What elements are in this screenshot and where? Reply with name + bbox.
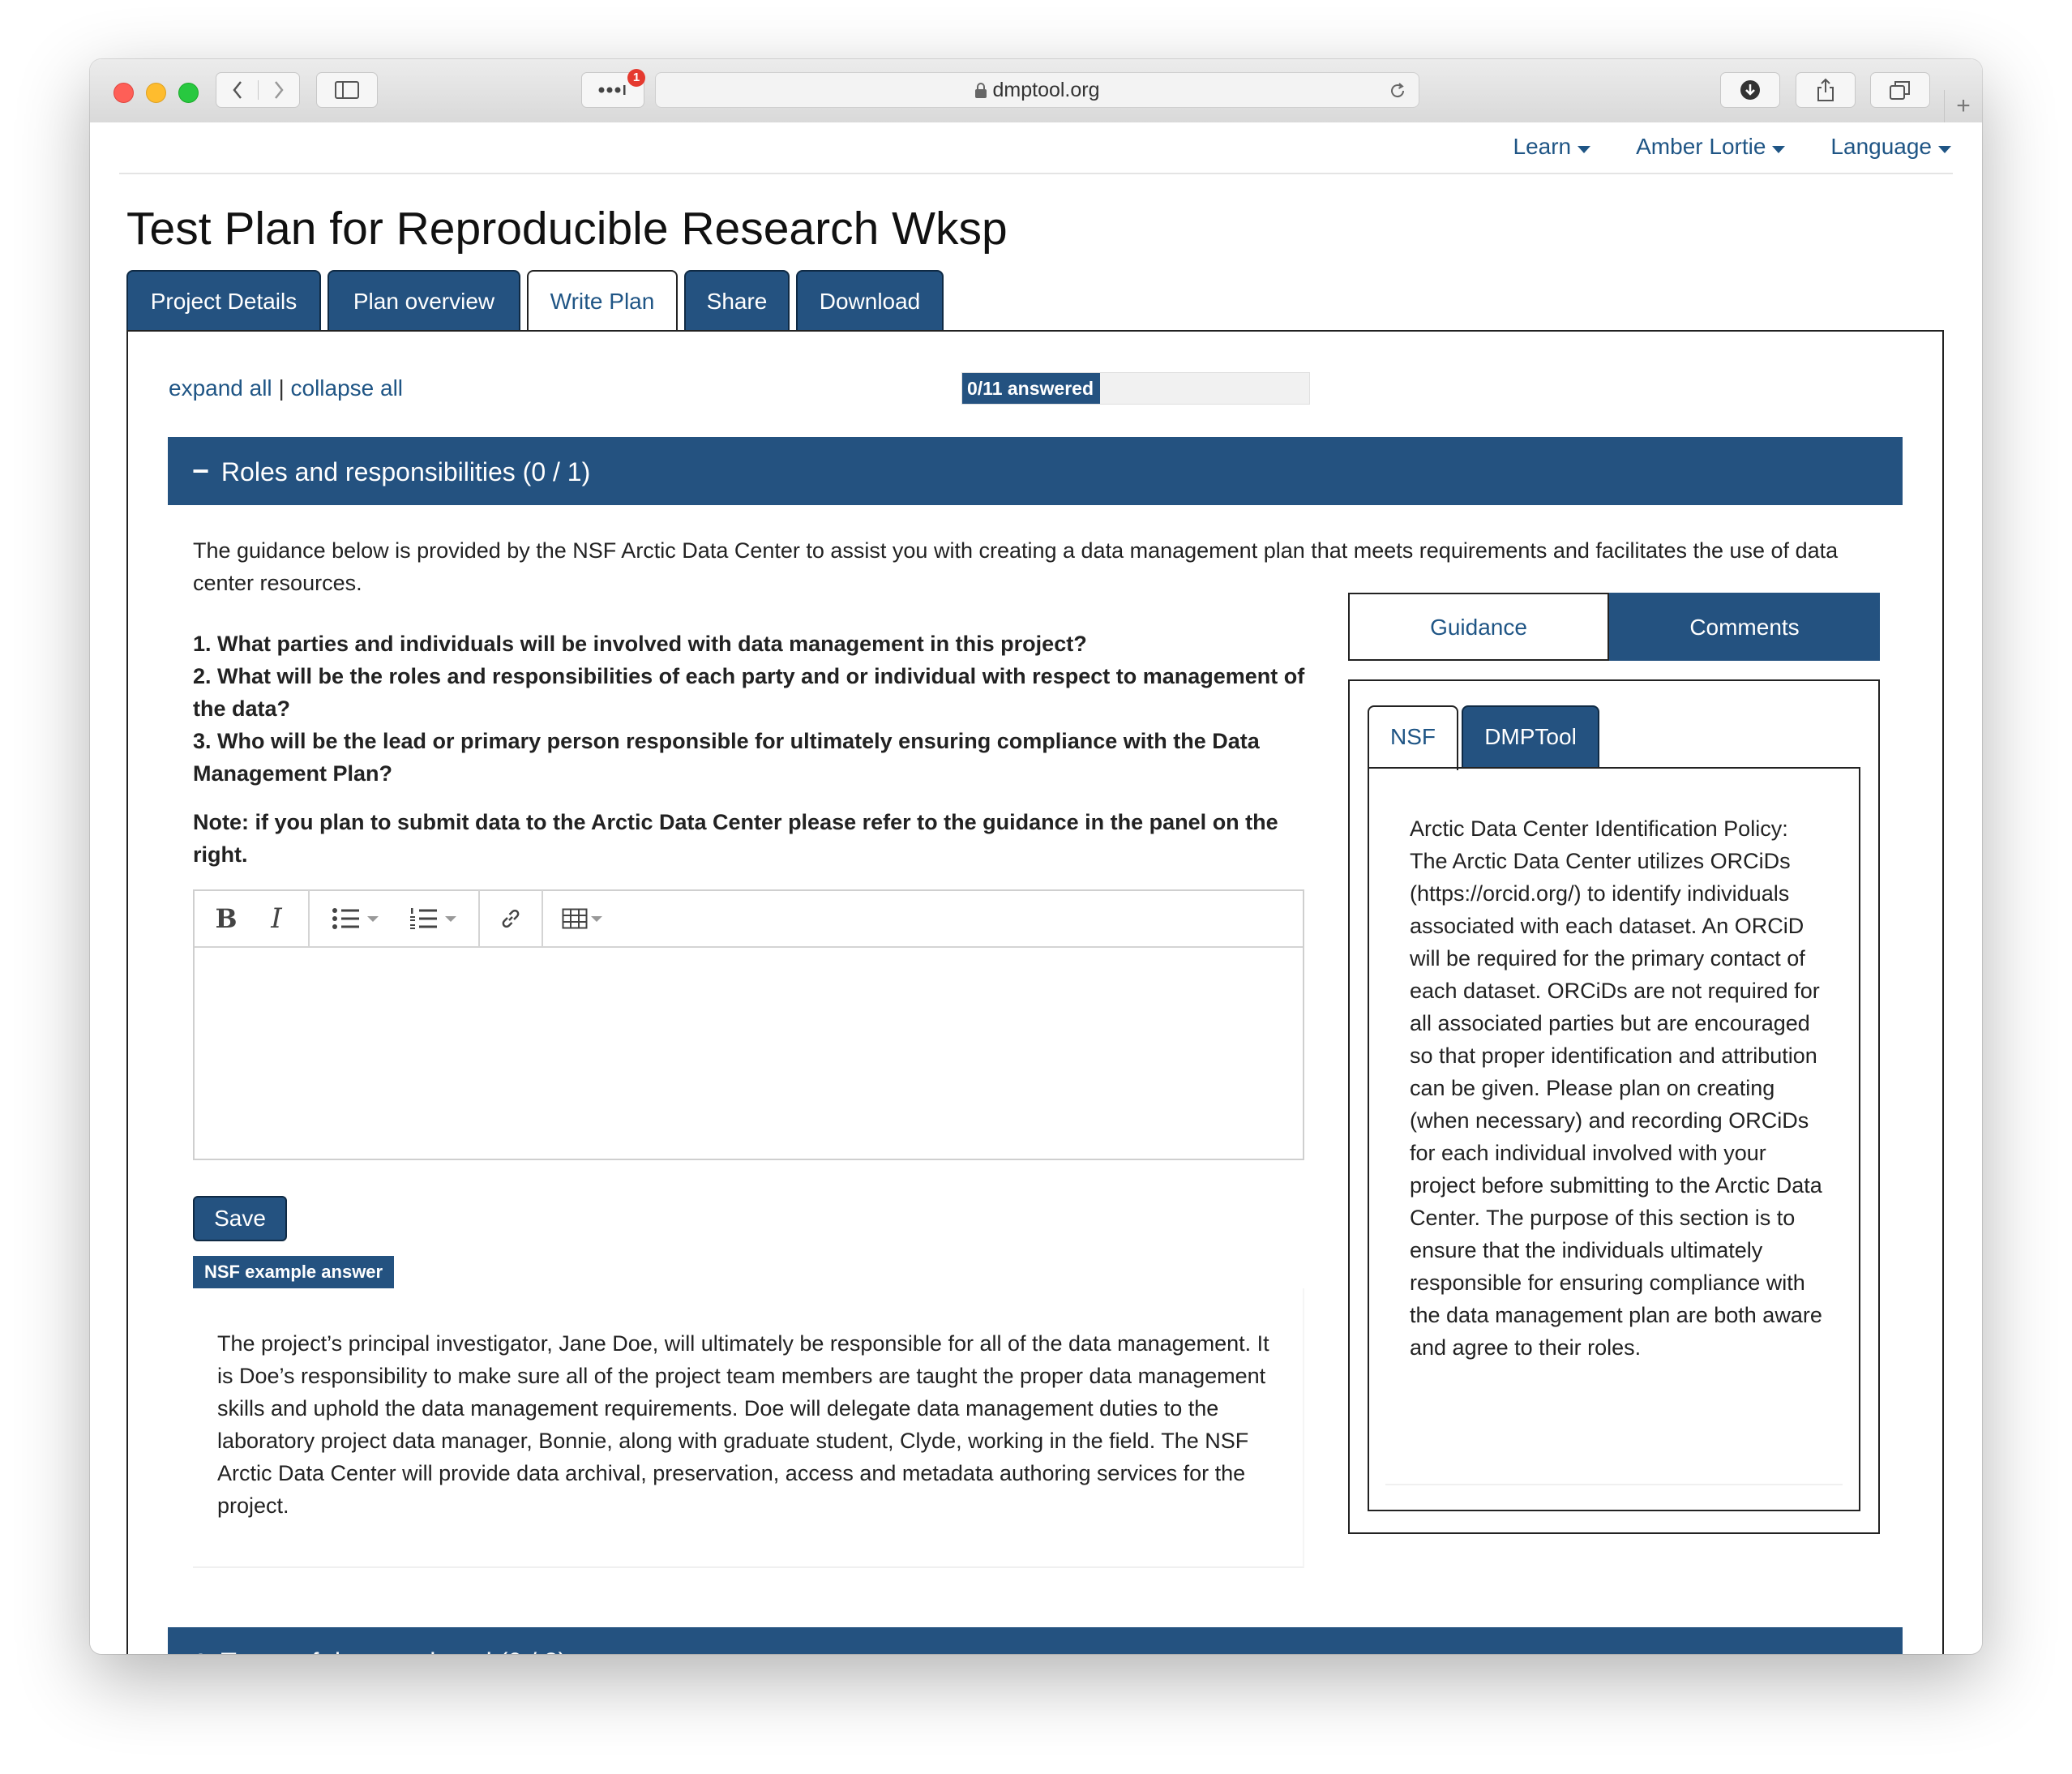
close-window-button[interactable]: [113, 83, 134, 103]
list-group: [310, 890, 480, 947]
chevron-down-icon: [367, 915, 379, 922]
save-button[interactable]: Save: [193, 1196, 287, 1241]
bulleted-list-button[interactable]: [316, 890, 394, 947]
tab-download[interactable]: Download: [796, 270, 944, 332]
caret-down-icon: [1938, 145, 1951, 153]
collapse-minus-icon: −: [192, 454, 210, 487]
browser-toolbar: 1 dmptool.org +: [90, 59, 1982, 123]
numbered-list-button[interactable]: [394, 890, 472, 947]
answer-text-area[interactable]: [195, 948, 1303, 1159]
caret-down-icon: [1578, 145, 1591, 153]
zoom-window-button[interactable]: [178, 83, 199, 103]
page-content: Learn Amber Lortie Language Test Plan fo…: [90, 122, 1982, 1654]
back-forward-group: [216, 72, 300, 108]
sidebar-icon: [335, 81, 359, 99]
question-item: 2. What will be the roles and responsibi…: [193, 664, 1305, 721]
tab-comments[interactable]: Comments: [1609, 593, 1880, 661]
learn-menu[interactable]: Learn: [1513, 134, 1591, 160]
link-group: [480, 890, 543, 947]
language-menu-label: Language: [1830, 134, 1932, 159]
address-bar[interactable]: dmptool.org: [655, 72, 1419, 108]
question-item: 3. Who will be the lead or primary perso…: [193, 729, 1260, 786]
section-roles-header[interactable]: − Roles and responsibilities (0 / 1): [168, 437, 1903, 505]
example-answer-label: NSF example answer: [193, 1256, 395, 1288]
question-note: Note: if you plan to submit data to the …: [193, 810, 1278, 867]
chevron-down-icon: [445, 915, 456, 922]
italic-icon[interactable]: I: [251, 890, 302, 947]
question-item: 1. What parties and individuals will be …: [193, 632, 1087, 656]
downloads-button[interactable]: [1720, 72, 1780, 108]
format-group: B I: [195, 890, 310, 947]
example-answer-box: The project’s principal investigator, Ja…: [193, 1288, 1304, 1568]
section-title: Roles and responsibilities (0 / 1): [220, 457, 591, 486]
language-menu[interactable]: Language: [1830, 134, 1951, 160]
download-icon: [1740, 80, 1760, 100]
tab-share[interactable]: Share: [684, 270, 790, 332]
learn-menu-label: Learn: [1513, 134, 1572, 159]
tabs-overview-icon: [1890, 81, 1910, 100]
table-group: [543, 890, 621, 947]
caret-down-icon: [1772, 145, 1786, 153]
guidance-content: Arctic Data Center Identification Policy…: [1368, 767, 1860, 1511]
lock-icon: [975, 83, 987, 98]
tab-plan-overview[interactable]: Plan overview: [327, 270, 520, 332]
back-button[interactable]: [217, 80, 259, 100]
chevron-right-icon: [274, 81, 284, 99]
collapse-all-link[interactable]: collapse all: [291, 375, 404, 401]
link-button[interactable]: [486, 890, 535, 947]
answered-progress-bar: 0/11 answered: [961, 372, 1310, 405]
expand-all-link[interactable]: expand all: [169, 375, 272, 401]
user-menu-label: Amber Lortie: [1636, 134, 1766, 159]
url-text: dmptool.org: [992, 79, 1100, 101]
example-answer-text: The project’s principal investigator, Ja…: [217, 1331, 1269, 1518]
expand-plus-icon: +: [192, 1644, 209, 1654]
editor-toolbar: B I: [195, 890, 1303, 948]
tab-guidance[interactable]: Guidance: [1348, 593, 1609, 661]
tab-nsf[interactable]: NSF: [1368, 705, 1458, 770]
more-dots-icon: [598, 85, 626, 95]
table-button[interactable]: [550, 890, 614, 947]
separator: |: [278, 375, 285, 401]
reload-icon[interactable]: [1388, 81, 1407, 101]
tab-dmptool[interactable]: DMPTool: [1462, 705, 1599, 769]
write-plan-panel: expand all | collapse all 0/11 answered …: [126, 330, 1944, 1654]
share-button[interactable]: [1796, 72, 1856, 108]
user-menu[interactable]: Amber Lortie: [1636, 134, 1786, 160]
minimize-window-button[interactable]: [146, 83, 166, 103]
divider: [119, 173, 1953, 174]
link-icon: [502, 909, 520, 928]
guidance-comments-toggle: Guidance Comments: [1348, 593, 1880, 661]
top-navigation: Learn Amber Lortie Language: [1513, 122, 1951, 171]
section-types-of-data-header[interactable]: + Types of data produced (0 / 3): [168, 1627, 1903, 1654]
browser-window: 1 dmptool.org + Learn Amber Lortie Langu…: [90, 59, 1982, 1654]
expand-collapse-controls: expand all | collapse all: [169, 375, 403, 401]
tab-project-details[interactable]: Project Details: [126, 270, 321, 332]
bold-icon[interactable]: B: [201, 890, 251, 947]
table-icon: [562, 908, 588, 929]
bulleted-list-icon: [332, 908, 359, 929]
tabs-overview-button[interactable]: [1870, 72, 1930, 108]
numbered-list-icon: [410, 908, 437, 929]
notification-badge: 1: [627, 69, 645, 87]
answer-editor: B I: [193, 889, 1304, 1160]
page-title: Test Plan for Reproducible Research Wksp: [126, 203, 1008, 255]
guidance-text: Arctic Data Center Identification Policy…: [1410, 816, 1822, 1360]
forward-button[interactable]: [259, 80, 299, 100]
chevron-down-icon: [591, 915, 602, 922]
question-text: 1. What parties and individuals will be …: [193, 628, 1312, 790]
new-tab-button[interactable]: +: [1944, 90, 1982, 122]
sidebar-button[interactable]: [316, 72, 378, 108]
section-title: Types of data produced (0 / 3): [220, 1648, 567, 1654]
share-icon: [1817, 78, 1834, 101]
chevron-left-icon: [232, 81, 242, 99]
progress-fill: 0/11 answered: [962, 373, 1100, 404]
guidance-panel: NSF DMPTool Arctic Data Center Identific…: [1348, 679, 1880, 1534]
tab-write-plan[interactable]: Write Plan: [527, 270, 678, 333]
divider: [1385, 1484, 1843, 1485]
section-intro-text: The guidance below is provided by the NS…: [193, 538, 1839, 595]
